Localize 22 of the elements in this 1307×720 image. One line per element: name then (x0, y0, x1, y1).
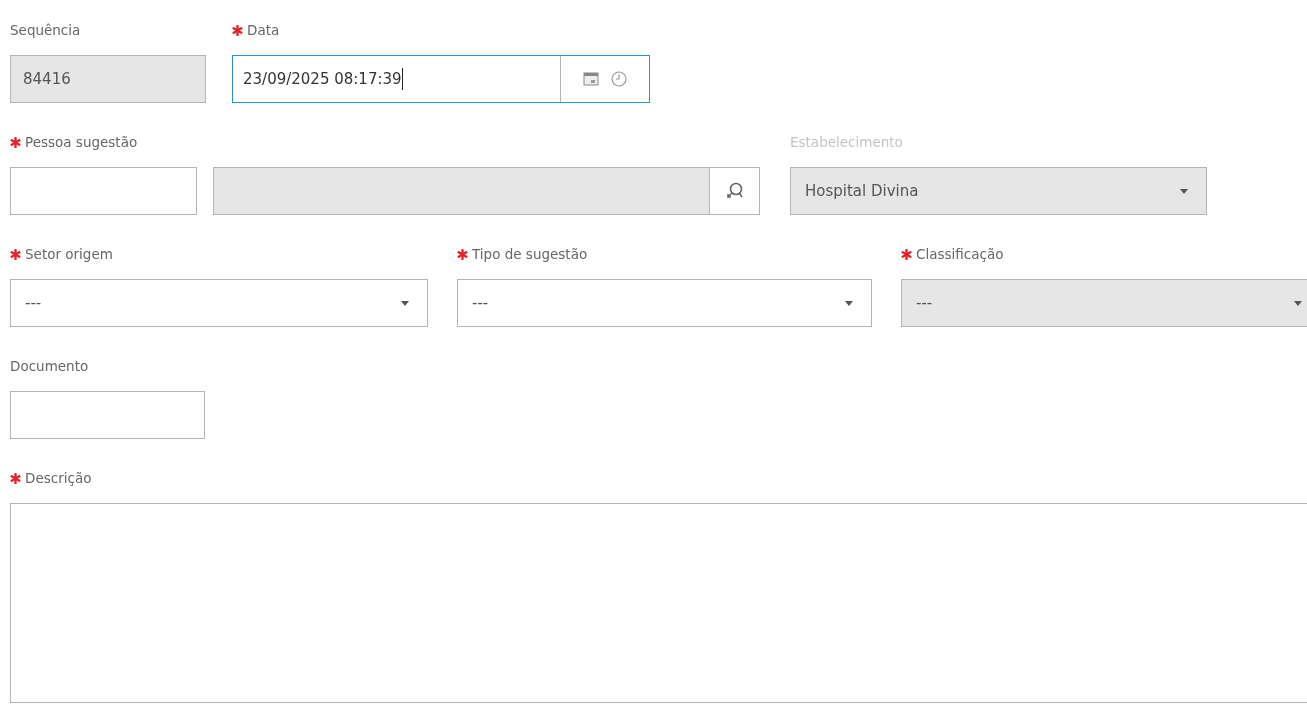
field-label: Pessoa sugestão (25, 134, 138, 150)
field-label: Descrição (25, 470, 92, 486)
caret-icon (1180, 188, 1188, 194)
caret-icon (1294, 300, 1302, 306)
clock-icon[interactable] (611, 71, 627, 87)
caret-icon (845, 300, 853, 306)
field-label: Estabelecimento (790, 134, 903, 150)
search-icon (725, 182, 744, 200)
date-time-field[interactable]: 23/09/2025 08:17:39 (232, 55, 650, 103)
search-button[interactable] (710, 167, 760, 215)
calendar-icon[interactable] (583, 71, 599, 87)
dropdown[interactable]: --- (457, 279, 872, 327)
field-label: Data (247, 22, 280, 38)
code-field[interactable] (10, 167, 197, 215)
field-label: Classificação (916, 246, 1004, 262)
field-label: Documento (10, 358, 89, 374)
field-label: Setor origem (25, 246, 113, 262)
input-field[interactable] (10, 391, 205, 439)
field-label: Sequência (10, 22, 81, 38)
caret-icon (401, 300, 409, 306)
field-label: Tipo de sugestão (472, 246, 588, 262)
dropdown[interactable]: --- (10, 279, 428, 327)
